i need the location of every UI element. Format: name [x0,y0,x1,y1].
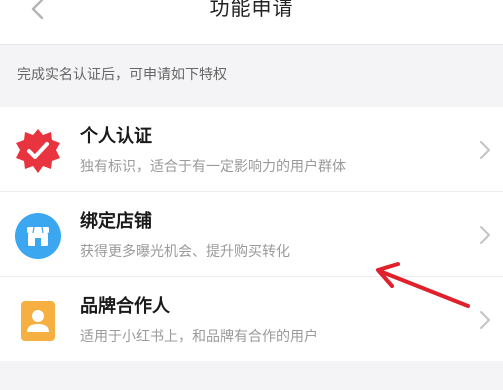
privilege-list: 个人认证 独有标识，适合于有一定影响力的用户群体 绑定店铺 获得更多曝光机会、提… [0,107,503,361]
chevron-right-icon [480,141,490,159]
notice-text: 完成实名认证后，可申请如下特权 [17,67,227,83]
page-title: 功能申请 [209,0,294,20]
item-title: 个人认证 [80,126,152,147]
item-title: 绑定店铺 [80,211,152,232]
chevron-right-icon [480,311,490,329]
item-description: 独有标识，适合于有一定影响力的用户群体 [80,159,346,175]
list-item-personal-verification[interactable]: 个人认证 独有标识，适合于有一定影响力的用户群体 [0,107,503,191]
item-description: 适用于小红书上，和品牌有合作的用户 [80,329,318,345]
nav-bar: 功能申请 [0,0,503,45]
annotation-arrow-icon [376,262,470,308]
person-badge-icon [14,297,62,345]
chevron-right-icon [480,226,490,244]
verified-badge-icon [14,127,62,175]
store-icon [14,212,62,260]
item-description: 获得更多曝光机会、提升购买转化 [80,244,290,260]
item-title: 品牌合作人 [80,296,170,317]
